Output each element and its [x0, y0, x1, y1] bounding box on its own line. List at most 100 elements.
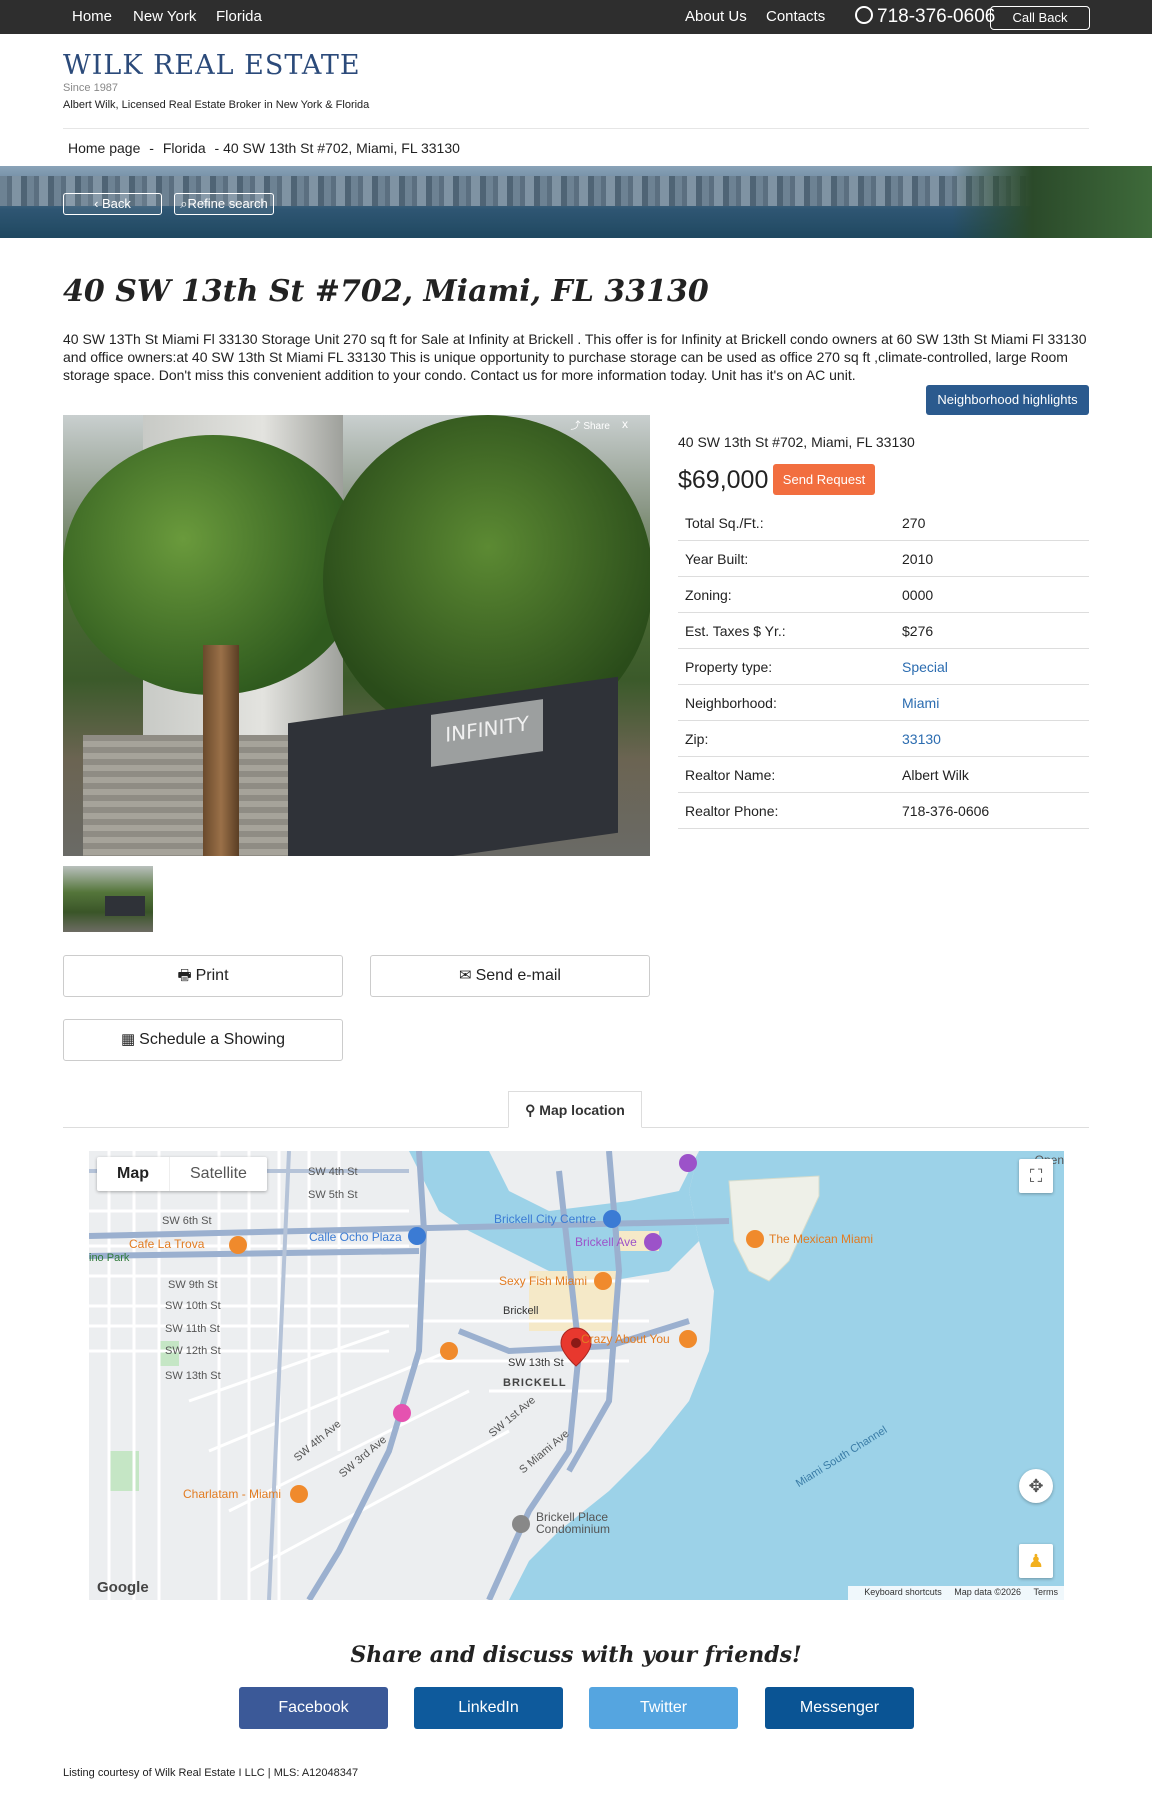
map-label-sw-12th-st: SW 12th St [165, 1345, 221, 1357]
breadcrumb-sep: - [149, 140, 154, 156]
map-type-satellite-button[interactable]: Satellite [169, 1157, 267, 1191]
schedule-label: Schedule a Showing [139, 1031, 286, 1048]
headset-icon [855, 6, 873, 24]
poi-crazy-about-you[interactable]: Crazy About You [581, 1332, 670, 1346]
top-nav-bar: Home New York Florida About Us Contacts … [0, 0, 1152, 34]
map-type-control: Map Satellite [97, 1157, 267, 1191]
print-label: Print [195, 967, 229, 984]
breadcrumb-current: - 40 SW 13th St #702, Miami, FL 33130 [214, 140, 460, 156]
twitter-button[interactable]: Twitter [589, 1687, 738, 1729]
nav-home[interactable]: Home [72, 8, 112, 25]
spec-value: 718-376-0606 [902, 803, 990, 819]
camera-control-icon[interactable]: ✥ [1019, 1469, 1053, 1503]
poi-brickell-place[interactable]: Brickell Place Condominium [536, 1511, 626, 1535]
map-label-brickell-station: Brickell [503, 1305, 539, 1317]
refine-search-button[interactable]: ⌕Refine search [174, 193, 274, 215]
fullscreen-icon[interactable]: ⛶ [1019, 1159, 1053, 1193]
neighborhood-highlights-button[interactable]: Neighborhood highlights [926, 385, 1089, 415]
breadcrumb-florida[interactable]: Florida [163, 140, 206, 156]
listing-description: 40 SW 13Th St Miami Fl 33130 Storage Uni… [63, 331, 1087, 383]
facebook-button[interactable]: Facebook [239, 1687, 388, 1729]
tab-map-location[interactable]: ⚲ Map location [508, 1091, 642, 1128]
call-back-button[interactable]: Call Back [990, 6, 1090, 30]
spec-row: Zoning: 0000 [678, 577, 1089, 613]
map-label-sw-10th-st: SW 10th St [165, 1300, 221, 1312]
envelope-icon: ✉ [459, 967, 472, 984]
spec-row: Total Sq./Ft.: 270 [678, 505, 1089, 541]
refine-label: Refine search [187, 196, 268, 211]
map-label-park: ino Park [89, 1252, 130, 1264]
phone-number[interactable]: 718-376-0606 [855, 6, 995, 28]
map-label-sw-6th-st: SW 6th St [162, 1215, 212, 1227]
print-button[interactable]: 🖶 Print [63, 955, 343, 997]
spec-value[interactable]: Special [902, 659, 948, 675]
messenger-button[interactable]: Messenger [765, 1687, 914, 1729]
photo-share-button[interactable]: ⤴ Share [571, 417, 610, 432]
nav-new-york[interactable]: New York [133, 8, 196, 25]
poi-brickell-ave[interactable]: Brickell Ave [575, 1235, 637, 1249]
site-logo[interactable]: WILK REAL ESTATE [63, 50, 361, 81]
map-label-sw-4th-st: SW 4th St [308, 1166, 358, 1178]
spec-label: Property type: [685, 659, 773, 675]
spec-value: $276 [902, 623, 934, 639]
google-logo: Google [97, 1579, 149, 1596]
email-label: Send e-mail [475, 967, 561, 984]
poi-brickell-city-centre[interactable]: Brickell City Centre [494, 1212, 596, 1226]
spec-label: Zip: [685, 731, 709, 747]
chevron-left-icon: ‹ [94, 196, 103, 211]
palm-trees-image [952, 166, 1152, 238]
spec-label: Est. Taxes $ Yr.: [685, 623, 786, 639]
poi-charlatam[interactable]: Charlatam - Miami [183, 1487, 281, 1501]
poi-the-mexican[interactable]: The Mexican Miami [769, 1232, 873, 1246]
listing-address: 40 SW 13th St #702, Miami, FL 33130 [678, 434, 915, 450]
listing-price: $69,000 [678, 466, 769, 494]
phone-text: 718-376-0606 [877, 6, 996, 27]
pegman-icon[interactable]: ♟ [1019, 1544, 1053, 1578]
spec-row: Property type: Special [678, 649, 1089, 685]
hero-banner [0, 166, 1152, 238]
spec-value[interactable]: 33130 [902, 731, 941, 747]
listing-courtesy: Listing courtesy of Wilk Real Estate I L… [63, 1767, 359, 1779]
map-label-sw13: SW 13th St [508, 1357, 564, 1369]
calendar-icon: ▦ [120, 1031, 136, 1048]
keyboard-shortcuts-link[interactable]: Keyboard shortcuts [864, 1587, 942, 1597]
nav-about-us[interactable]: About Us [685, 8, 747, 25]
breadcrumb: Home page - Florida - 40 SW 13th St #702… [68, 140, 465, 156]
photo-share-label: Share [583, 421, 610, 432]
nav-florida[interactable]: Florida [216, 8, 262, 25]
spec-value[interactable]: Miami [902, 695, 939, 711]
breadcrumb-home[interactable]: Home page [68, 140, 140, 156]
spec-label: Realtor Name: [685, 767, 776, 783]
back-label: Back [102, 196, 131, 211]
map-type-map-button[interactable]: Map [97, 1157, 169, 1191]
nav-contacts[interactable]: Contacts [766, 8, 825, 25]
spec-label: Total Sq./Ft.: [685, 515, 764, 531]
back-button[interactable]: ‹ Back [63, 193, 162, 215]
linkedin-button[interactable]: LinkedIn [414, 1687, 563, 1729]
spec-label: Zoning: [685, 587, 732, 603]
main-photo[interactable]: INFINITY ⤴ Share x [63, 415, 650, 856]
spec-label: Year Built: [685, 551, 749, 567]
map-label-brickell: BRICKELL [503, 1377, 567, 1389]
photo-trunk [203, 645, 239, 856]
terms-link[interactable]: Terms [1034, 1587, 1059, 1597]
spec-value: 270 [902, 515, 926, 531]
poi-calle-ocho[interactable]: Calle Ocho Plaza [309, 1230, 402, 1244]
poi-cafe-la-trova[interactable]: Cafe La Trova [129, 1237, 204, 1251]
map-label-sw-5th-st: SW 5th St [308, 1189, 358, 1201]
map-data-text: Map data ©2026 [954, 1587, 1021, 1597]
map-label-sw-13th-st-w: SW 13th St [165, 1370, 221, 1382]
photo-thumbnail[interactable] [63, 866, 153, 932]
share-heading: Share and discuss with your friends! [350, 1642, 802, 1668]
map-label-sw-9th-st: SW 9th St [168, 1279, 218, 1291]
spec-row: Realtor Name: Albert Wilk [678, 757, 1089, 793]
map-tab-label: Map location [539, 1102, 625, 1118]
poi-sexy-fish[interactable]: Sexy Fish Miami [499, 1274, 587, 1288]
google-map[interactable]: Cafe La Trova Calle Ocho Plaza Brickell … [89, 1151, 1064, 1600]
send-email-button[interactable]: ✉ Send e-mail [370, 955, 650, 997]
send-request-button[interactable]: Send Request [773, 464, 875, 495]
spec-row: Neighborhood: Miami [678, 685, 1089, 721]
schedule-showing-button[interactable]: ▦ Schedule a Showing [63, 1019, 343, 1061]
photo-close-button[interactable]: x [622, 417, 628, 431]
spec-label: Realtor Phone: [685, 803, 779, 819]
